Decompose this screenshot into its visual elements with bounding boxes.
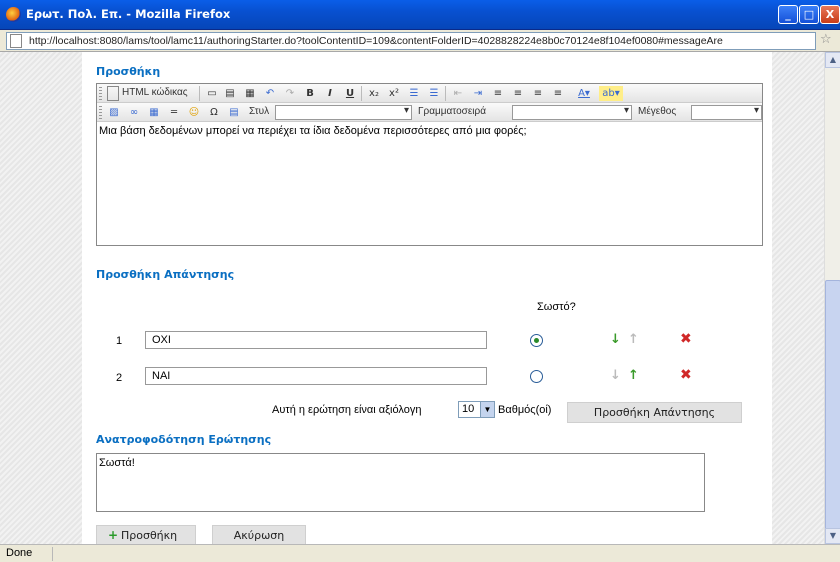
- align-left-icon[interactable]: ≡: [491, 86, 505, 101]
- source-icon[interactable]: [107, 86, 119, 101]
- correct-radio[interactable]: [530, 370, 543, 383]
- outdent-icon[interactable]: ⇤: [451, 86, 465, 101]
- size-select[interactable]: [691, 105, 762, 120]
- add-button-label: Προσθήκη: [121, 529, 178, 542]
- status-bar: Done: [0, 544, 840, 562]
- feedback-section-title: Ανατροφοδότηση Ερώτησης: [96, 433, 272, 446]
- maximize-button[interactable]: □: [799, 5, 819, 24]
- horizontal-rule-icon[interactable]: ═: [167, 105, 181, 120]
- add-button[interactable]: + Προσθήκη: [96, 525, 196, 544]
- align-right-icon[interactable]: ≡: [531, 86, 545, 101]
- window-title: Ερωτ. Πολ. Επ. - Mozilla Firefox: [26, 7, 231, 21]
- paste-word-icon[interactable]: ▦: [243, 86, 257, 101]
- page-break-icon[interactable]: ▤: [227, 105, 241, 120]
- size-label: Μέγεθος: [638, 106, 677, 117]
- scroll-thumb[interactable]: [825, 280, 840, 530]
- superscript-icon[interactable]: x²: [387, 86, 401, 101]
- answer-input[interactable]: ΝΑΙ: [145, 367, 487, 385]
- special-char-icon[interactable]: Ω: [207, 105, 221, 120]
- page-icon: [10, 34, 22, 48]
- delete-icon[interactable]: ✖: [680, 332, 692, 346]
- image-icon[interactable]: ▨: [107, 105, 121, 120]
- move-down-icon: ↓: [610, 368, 621, 383]
- cancel-button[interactable]: Ακύρωση: [212, 525, 306, 544]
- bookmark-star-icon[interactable]: ☆: [820, 32, 832, 48]
- link-icon[interactable]: ∞: [127, 105, 141, 120]
- firefox-icon: [6, 7, 21, 22]
- toolbar-grip: [99, 106, 102, 119]
- mark-value: 10: [462, 403, 475, 415]
- vertical-scrollbar[interactable]: ▲ ▼: [824, 52, 840, 544]
- answers-section-title: Προσθήκη Απάντησης: [96, 268, 235, 281]
- preview-icon[interactable]: ▭: [205, 86, 219, 101]
- move-up-icon[interactable]: ↑: [628, 369, 639, 382]
- plus-icon: +: [108, 528, 119, 542]
- feedback-field[interactable]: Σωστά!: [96, 453, 705, 512]
- url-bar: http://localhost:8080/lams/tool/lamc11/a…: [0, 30, 840, 52]
- toolbar-separator: [361, 86, 362, 101]
- redo-icon[interactable]: ↷: [283, 86, 297, 101]
- bulleted-list-icon[interactable]: ☰: [427, 86, 441, 101]
- font-label: Γραμματοσειρά: [418, 106, 486, 117]
- font-select[interactable]: [512, 105, 632, 120]
- underline-icon[interactable]: U: [343, 86, 357, 101]
- question-editor: HTML κώδικας ▭ ▤ ▦ ↶ ↷ B I U x₂ x² ☰ ☰ ⇤…: [96, 83, 763, 246]
- editor-toolbar-bottom: ▨ ∞ ▦ ═ ☺ Ω ▤ Στυλ Γραμματοσειρά Μέγεθος: [97, 103, 762, 122]
- mark-unit: Βαθμός(οί): [498, 404, 552, 416]
- indent-icon[interactable]: ⇥: [471, 86, 485, 101]
- style-label: Στυλ: [249, 106, 270, 117]
- close-button[interactable]: X: [820, 5, 840, 24]
- background-color-icon[interactable]: ab▾: [599, 86, 623, 101]
- correct-column-header: Σωστό?: [537, 301, 576, 313]
- move-up-icon: ↑: [628, 332, 639, 347]
- subscript-icon[interactable]: x₂: [367, 86, 381, 101]
- numbered-list-icon[interactable]: ☰: [407, 86, 421, 101]
- address-field[interactable]: http://localhost:8080/lams/tool/lamc11/a…: [6, 32, 816, 50]
- delete-icon[interactable]: ✖: [680, 368, 692, 382]
- toolbar-grip: [99, 87, 102, 100]
- move-down-icon[interactable]: ↓: [610, 333, 621, 346]
- answer-number: 1: [116, 335, 123, 347]
- align-justify-icon[interactable]: ≡: [551, 86, 565, 101]
- paste-text-icon[interactable]: ▤: [223, 86, 237, 101]
- scroll-down-icon[interactable]: ▼: [825, 528, 840, 544]
- bold-icon[interactable]: B: [303, 86, 317, 101]
- page-content: Προσθήκη HTML κώδικας ▭ ▤ ▦ ↶ ↷ B I U x₂…: [0, 52, 840, 544]
- mark-select[interactable]: 10 ▼: [458, 401, 495, 418]
- answer-number: 2: [116, 372, 123, 384]
- toolbar-separator: [199, 86, 200, 101]
- smiley-icon[interactable]: ☺: [187, 105, 201, 120]
- style-select[interactable]: [275, 105, 412, 120]
- correct-radio[interactable]: [530, 334, 543, 347]
- status-divider: [52, 547, 53, 561]
- minimize-button[interactable]: _: [778, 5, 798, 24]
- answer-input[interactable]: ΟΧΙ: [145, 331, 487, 349]
- html-source-button[interactable]: HTML κώδικας: [122, 87, 188, 98]
- toolbar-separator: [445, 86, 446, 101]
- authoring-panel: Προσθήκη HTML κώδικας ▭ ▤ ▦ ↶ ↷ B I U x₂…: [82, 52, 772, 544]
- editor-toolbar-top: HTML κώδικας ▭ ▤ ▦ ↶ ↷ B I U x₂ x² ☰ ☰ ⇤…: [97, 84, 762, 103]
- url-text: http://localhost:8080/lams/tool/lamc11/a…: [29, 35, 723, 47]
- status-text: Done: [6, 547, 33, 559]
- mark-label: Αυτή η ερώτηση είναι αξιόλογη: [272, 404, 422, 416]
- chevron-down-icon[interactable]: ▼: [480, 402, 494, 417]
- table-icon[interactable]: ▦: [147, 105, 161, 120]
- question-section-title: Προσθήκη: [96, 65, 161, 78]
- add-answer-button[interactable]: Προσθήκη Απάντησης: [567, 402, 742, 423]
- align-center-icon[interactable]: ≡: [511, 86, 525, 101]
- italic-icon[interactable]: I: [323, 86, 337, 101]
- undo-icon[interactable]: ↶: [263, 86, 277, 101]
- question-text[interactable]: Μια βάση δεδομένων μπορεί να περιέχει τα…: [99, 125, 527, 137]
- scroll-up-icon[interactable]: ▲: [825, 52, 840, 68]
- window-titlebar: Ερωτ. Πολ. Επ. - Mozilla Firefox _ □ X: [0, 0, 840, 30]
- text-color-icon[interactable]: A▾: [573, 86, 595, 101]
